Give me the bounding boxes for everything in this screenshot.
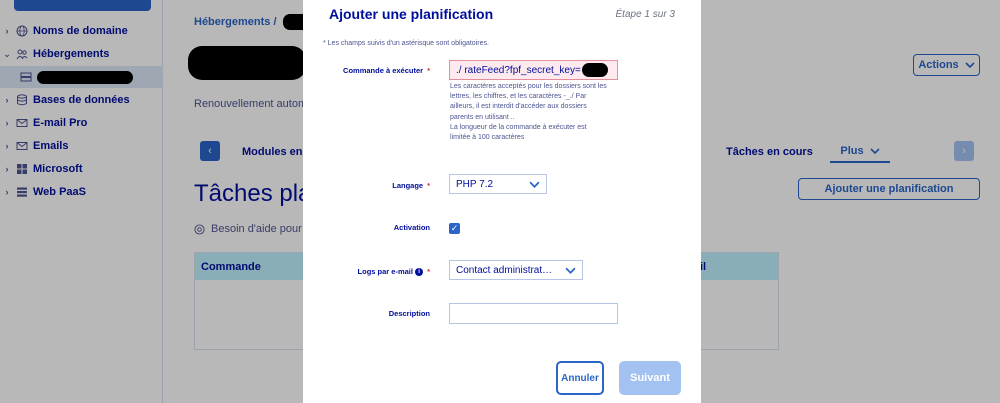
- logs-email-select[interactable]: Contact administrat…: [449, 260, 583, 280]
- modal-title: Ajouter une planification: [329, 6, 494, 22]
- logs-email-label: Logs par e-mail i *: [303, 267, 430, 277]
- help-line: parents en utilisant ..: [450, 113, 515, 121]
- language-value: PHP 7.2: [456, 178, 494, 190]
- command-help-text: Les caractères acceptés pour les dossier…: [450, 82, 620, 143]
- checkmark-icon: ✓: [450, 223, 459, 233]
- required-note: * Les champs suivis d'un astérisque sont…: [323, 40, 489, 47]
- command-input[interactable]: ./ rateFeed?fpf_secret_key=: [449, 60, 618, 80]
- info-icon[interactable]: i: [415, 268, 424, 277]
- description-label: Description: [388, 309, 430, 318]
- help-line: La longueur de la commande à exécuter es…: [450, 123, 587, 131]
- next-button[interactable]: Suivant: [619, 361, 681, 395]
- logs-label-text: Logs par e-mail: [357, 267, 413, 276]
- chevron-down-icon: [529, 181, 540, 188]
- command-label: Commande à exécuter *: [303, 66, 430, 75]
- redacted-secret-key: [581, 63, 608, 77]
- command-label-text: Commande à exécuter: [343, 66, 424, 75]
- command-value: ./ rateFeed?fpf_secret_key=: [456, 64, 581, 76]
- add-planification-modal: Ajouter une planification Étape 1 sur 3 …: [303, 0, 701, 403]
- required-marker: *: [427, 66, 430, 75]
- help-line: ailleurs, il est interdit d'accéder aux …: [450, 103, 587, 111]
- modal-step: Étape 1 sur 3: [615, 9, 675, 20]
- activation-label: Activation: [393, 223, 430, 232]
- logs-value: Contact administrat…: [456, 264, 553, 276]
- help-line: Les caractères acceptés pour les dossier…: [450, 83, 607, 90]
- help-line: lettres, les chiffres, et les caractères…: [450, 93, 587, 101]
- language-label-text: Langage: [392, 181, 424, 190]
- description-input[interactable]: [449, 303, 618, 324]
- required-marker: *: [427, 267, 430, 276]
- cancel-button[interactable]: Annuler: [556, 361, 604, 395]
- activation-checkbox[interactable]: ✓: [449, 223, 460, 234]
- language-label: Langage *: [303, 181, 430, 190]
- required-marker: *: [427, 181, 430, 190]
- language-select[interactable]: PHP 7.2: [449, 174, 547, 194]
- help-line: limitée à 100 caractères: [450, 134, 525, 142]
- chevron-down-icon: [565, 267, 576, 274]
